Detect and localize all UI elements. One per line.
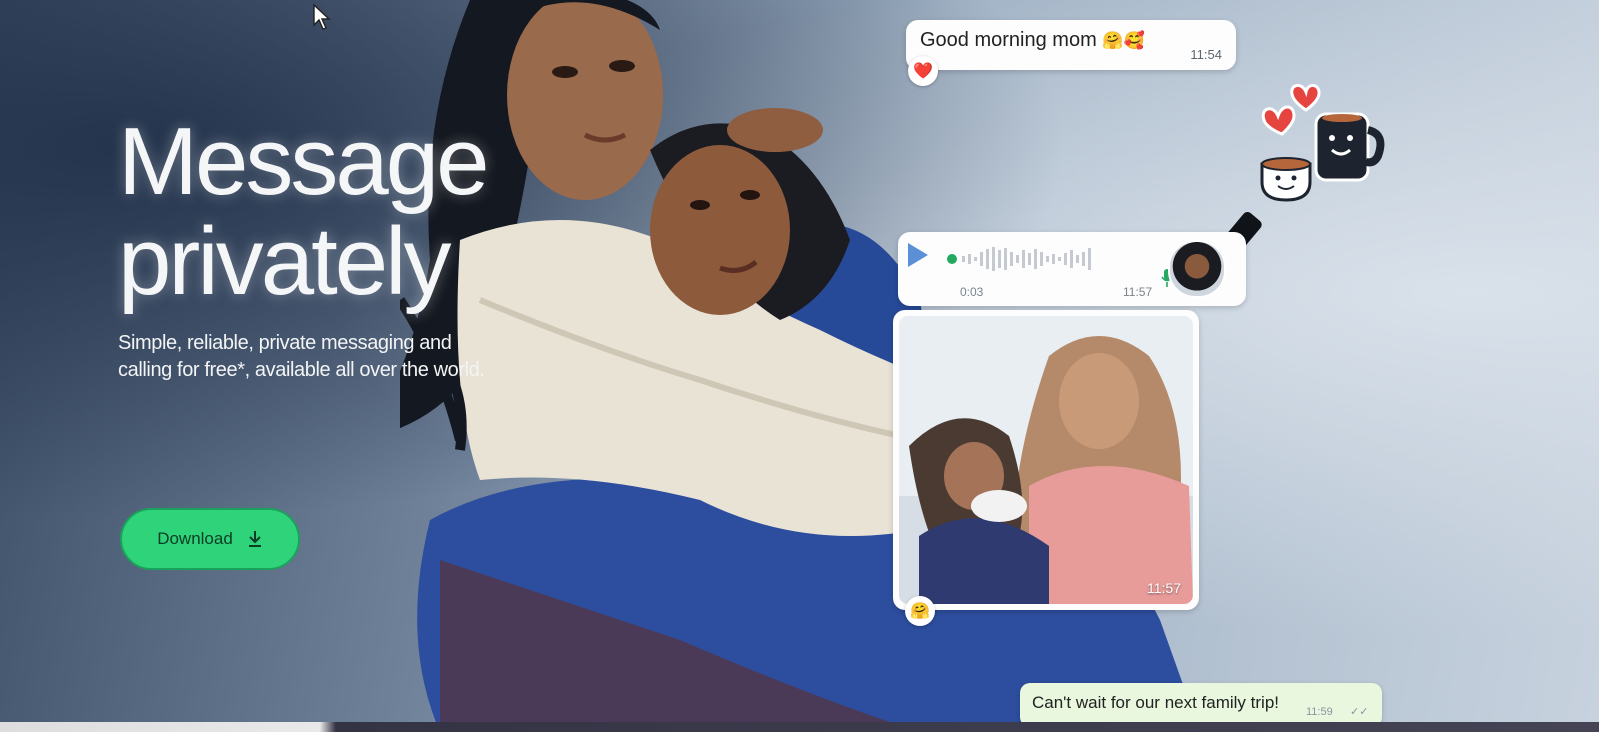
- greeting-emoji: 🤗🥰: [1102, 31, 1145, 50]
- mouse-pointer-icon: [313, 4, 331, 30]
- greeting-text: Good morning mom: [920, 29, 1097, 51]
- title-line-2: privately: [118, 208, 451, 315]
- reply-text: Can't wait for our next family trip!: [1032, 693, 1279, 712]
- chat-bubble-reply: Can't wait for our next family trip! 11:…: [1020, 683, 1382, 727]
- chat-bubble-photo: 11:57: [893, 310, 1199, 610]
- audio-waveform[interactable]: [946, 244, 1136, 274]
- hug-reaction-icon: 🤗: [905, 596, 935, 626]
- voice-note-duration: 0:03: [960, 285, 984, 299]
- download-button[interactable]: Download: [120, 508, 300, 570]
- play-icon[interactable]: [906, 242, 930, 268]
- coffee-cups-sticker-icon: [1260, 84, 1385, 202]
- reply-time: 11:59: [1306, 706, 1333, 718]
- shared-photo-image: [899, 316, 1193, 604]
- download-label: Download: [157, 529, 233, 548]
- shared-photo[interactable]: [899, 316, 1193, 604]
- greeting-time: 11:54: [1190, 47, 1222, 62]
- hero-section: Message privately Simple, reliable, priv…: [0, 0, 1599, 732]
- chat-bubble-greeting: Good morning mom 🤗🥰 11:54: [906, 20, 1236, 70]
- photo-message-time: 11:57: [1147, 580, 1181, 596]
- heart-reaction-icon: ❤️: [908, 56, 938, 86]
- page-title: Message privately: [118, 108, 490, 315]
- download-arrow-icon: [248, 531, 261, 547]
- taskbar-edge: [0, 722, 1599, 732]
- read-ticks-icon: ✓✓: [1350, 706, 1369, 718]
- title-line-1: Message: [118, 108, 490, 215]
- chat-bubble-voice-note: 0:03 11:57: [898, 232, 1246, 306]
- voice-note-time: 11:57: [1123, 285, 1153, 299]
- hero-subtitle: Simple, reliable, private messaging and …: [118, 332, 485, 381]
- sender-avatar: [1168, 240, 1226, 298]
